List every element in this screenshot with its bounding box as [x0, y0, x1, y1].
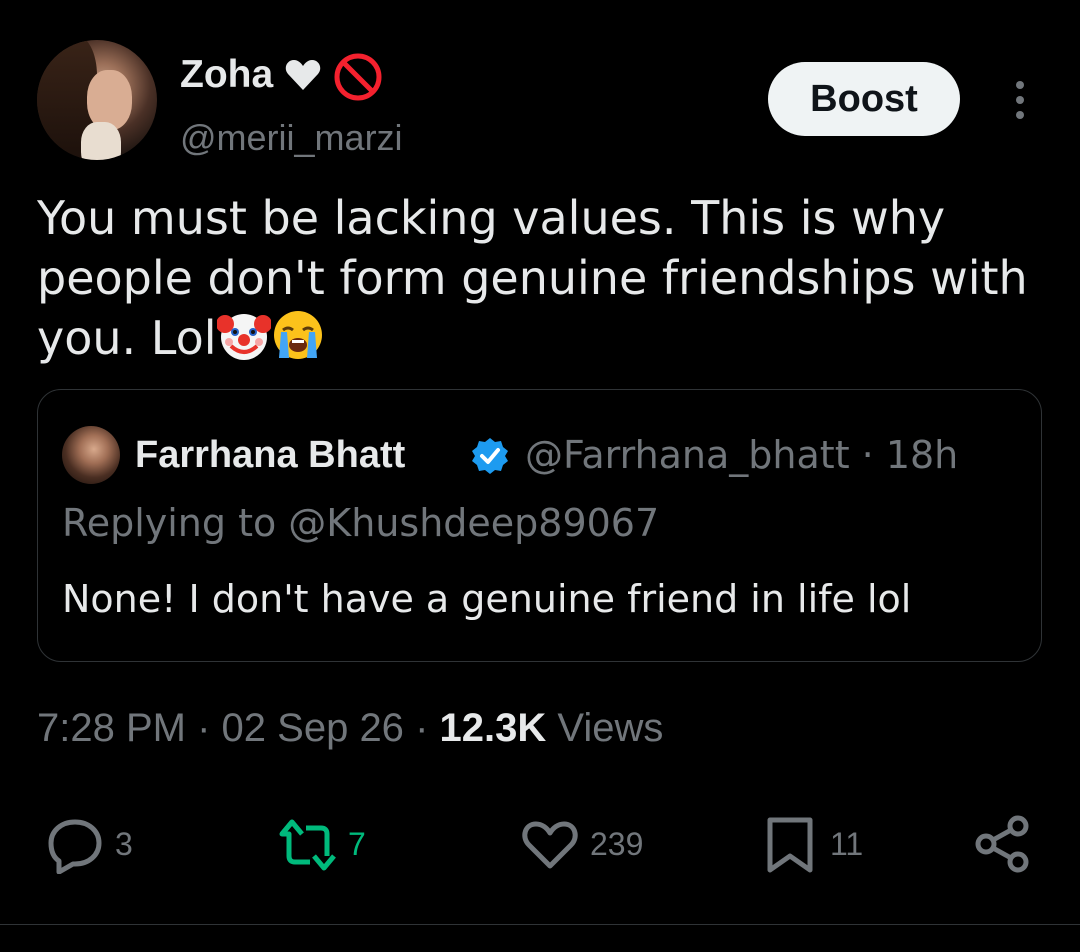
share-button[interactable]	[972, 812, 1032, 876]
tweet-time: 7:28 PM	[37, 706, 186, 750]
meta-separator: ·	[415, 706, 429, 750]
tweet-text-content: You must be lacking values. This is why …	[37, 191, 1028, 365]
tweet-date: 02 Sep 26	[221, 706, 404, 750]
avatar-hand	[81, 122, 121, 160]
like-button[interactable]: 239	[520, 812, 643, 876]
clown-face-emoji-icon	[216, 314, 271, 360]
verified-badge-icon	[472, 438, 508, 474]
tweet-text: You must be lacking values. This is why …	[37, 188, 1047, 368]
avatar-face	[87, 70, 132, 130]
quoted-tweet-text: None! I don't have a genuine friend in l…	[62, 577, 912, 621]
like-count: 239	[590, 825, 644, 862]
bottom-divider	[0, 924, 1080, 925]
heart-emoji-icon	[285, 60, 321, 90]
heart-icon	[522, 821, 578, 869]
more-options-icon[interactable]	[1010, 80, 1030, 120]
bookmark-button[interactable]: 11	[760, 812, 863, 876]
reply-count: 3	[115, 825, 133, 862]
author-handle[interactable]: @merii_marzi	[180, 116, 403, 160]
loudly-crying-face-emoji-icon	[273, 311, 322, 359]
reply-button[interactable]: 3	[45, 812, 133, 876]
quoted-replying-to: Replying to @Khushdeep89067	[62, 501, 660, 545]
retweet-count: 7	[348, 825, 366, 862]
quoted-handle-time: @Farrhana_bhatt · 18h	[525, 433, 959, 477]
author-display-name[interactable]: Zoha	[180, 52, 273, 98]
retweet-icon	[279, 819, 336, 871]
quoted-author-avatar	[62, 426, 120, 484]
meta-separator: ·	[197, 706, 211, 750]
share-icon	[975, 815, 1029, 873]
bookmark-count: 11	[830, 825, 864, 862]
quoted-author-name: Farrhana Bhatt	[135, 434, 406, 476]
retweet-button[interactable]: 7	[278, 812, 366, 876]
reply-icon	[48, 819, 102, 874]
boost-button[interactable]: Boost	[768, 62, 960, 136]
bookmark-icon	[767, 817, 813, 873]
quoted-tweet[interactable]: Farrhana Bhatt @Farrhana_bhatt · 18h Rep…	[37, 389, 1042, 662]
views-count: 12.3K	[439, 706, 547, 750]
views-label: Views	[557, 706, 664, 750]
prohibited-emoji-icon	[334, 53, 382, 101]
author-avatar[interactable]	[37, 40, 157, 160]
tweet-meta: 7:28 PM · 02 Sep 26 · 12.3K Views	[37, 704, 663, 752]
